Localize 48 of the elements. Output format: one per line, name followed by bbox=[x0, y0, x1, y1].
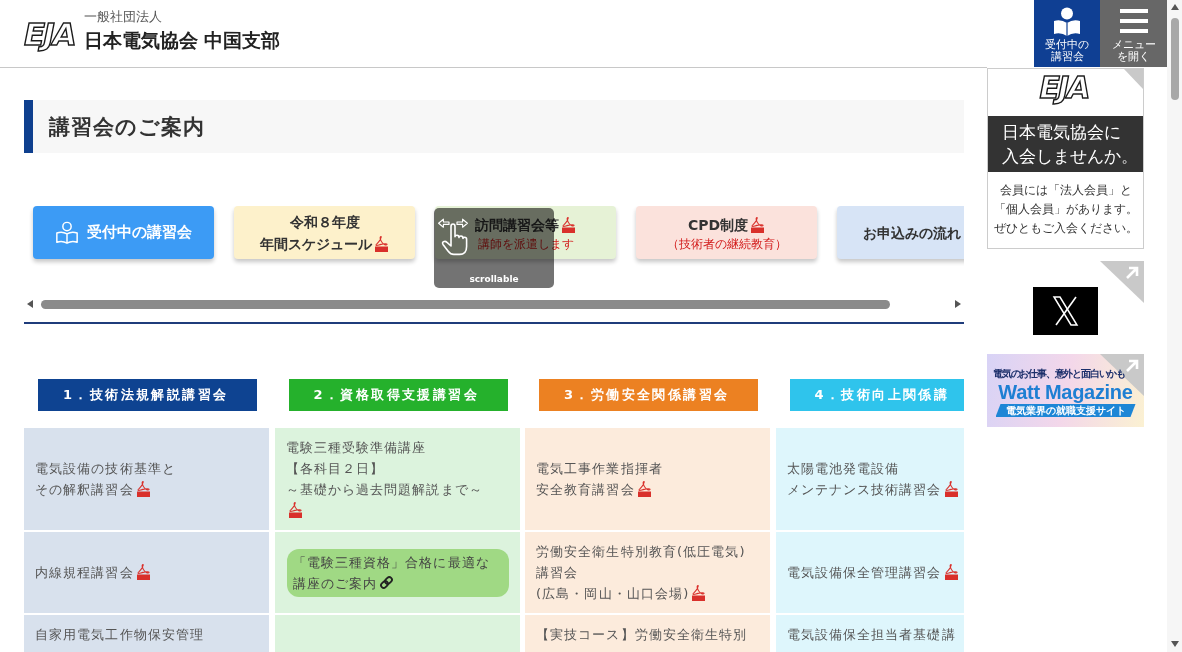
course-link[interactable]: 電気設備の技術基準と その解釈講習会 bbox=[35, 458, 176, 500]
logo-text[interactable]: EJA bbox=[24, 16, 78, 51]
menu-button[interactable]: メニュー を開く bbox=[1100, 0, 1167, 67]
category-heading: 3．労働安全関係講習会 bbox=[539, 379, 758, 411]
banner-title: Watt Magazine bbox=[998, 380, 1133, 404]
course-link[interactable]: 労働安全衛生特別教育(低圧電気) 講習会 (広島・岡山・山口会場) bbox=[536, 541, 746, 604]
page-scrollbar[interactable] bbox=[1167, 0, 1182, 652]
course-link[interactable]: 電気工事作業指揮者 安全教育講習会 bbox=[536, 458, 663, 500]
swipe-hand-icon bbox=[437, 216, 469, 256]
org-type-label: 一般社団法人 bbox=[83, 9, 163, 25]
nav-button[interactable]: 令和８年度 年間スケジュール bbox=[234, 206, 415, 259]
corner-triangle-icon bbox=[1124, 69, 1143, 89]
up-arrow-icon[interactable] bbox=[1170, 4, 1179, 10]
person-reading-icon bbox=[55, 220, 79, 245]
course-link[interactable]: 【実技コース】労働安全衛生特別 bbox=[536, 624, 748, 645]
category-heading: 2．資格取得支援講習会 bbox=[288, 379, 508, 411]
membership-heading: 日本電気協会に 入会しませんか。 bbox=[988, 116, 1143, 172]
category-heading: 1．技術法規解説講習会 bbox=[38, 379, 257, 411]
course-link[interactable]: 太陽電池発電設備 メンテナンス技術講習会 bbox=[786, 458, 959, 500]
corner-arrow-icon bbox=[1100, 261, 1144, 303]
magazine-banner[interactable]: 電気のお仕事、意外と面白いかも Watt Magazine 電気業界の就職支援サイト bbox=[987, 354, 1144, 427]
person-reading-icon bbox=[1052, 7, 1082, 37]
nav-button[interactable]: お申込みの流れ bbox=[837, 206, 964, 259]
page-heading: 講習会のご案内 bbox=[24, 100, 964, 153]
course-link[interactable]: 電気設備保全担当者基礎講 bbox=[786, 624, 956, 645]
down-arrow-icon[interactable] bbox=[1170, 641, 1179, 647]
nav-button[interactable]: CPD制度 （技術者の継続教育） bbox=[636, 206, 817, 259]
logo-text: EJA bbox=[1039, 70, 1090, 106]
link-icon bbox=[379, 574, 395, 590]
left-arrow-icon[interactable] bbox=[27, 300, 33, 308]
course-link[interactable]: 内線規程講習会 bbox=[35, 562, 151, 583]
guide-button[interactable]: 「電験三種資格」合格に最適な 講座のご案内 bbox=[286, 548, 509, 597]
course-link[interactable]: 電気設備保全管理講習会 bbox=[786, 562, 959, 583]
menu-icon bbox=[1119, 8, 1148, 34]
membership-text: 会員には「法人会員」と 「個人会員」があります。 ぜひともご入会ください。 bbox=[992, 182, 1139, 237]
x-logo-icon bbox=[1033, 287, 1098, 335]
course-link[interactable]: 自家用電気工作物保安管理 bbox=[35, 624, 205, 645]
courses-button[interactable]: 受付中の 講習会 bbox=[1034, 0, 1100, 67]
banner-band: 電気業界の就職支援サイト bbox=[995, 404, 1136, 417]
category-heading: 4．技術向上関係講 bbox=[789, 379, 964, 411]
org-name[interactable]: 日本電気協会 中国支部 bbox=[83, 28, 281, 52]
membership-card[interactable]: EJA 日本電気協会に 入会しませんか。 会員には「法人会員」と 「個人会員」があります。 ぜひともご入会ください。 bbox=[987, 68, 1144, 249]
course-link[interactable]: 電験三種受験準備講座 【各科目２日】 ～基礎から過去問題解説まで～ bbox=[285, 437, 490, 521]
banner-tagline: 電気のお仕事、意外と面白いかも bbox=[993, 368, 1125, 380]
scroll-hint-label: scrollable bbox=[469, 274, 519, 285]
scrollbar-thumb[interactable] bbox=[41, 299, 890, 309]
scrollbar-thumb[interactable] bbox=[1170, 18, 1179, 100]
right-arrow-icon[interactable] bbox=[955, 300, 961, 308]
